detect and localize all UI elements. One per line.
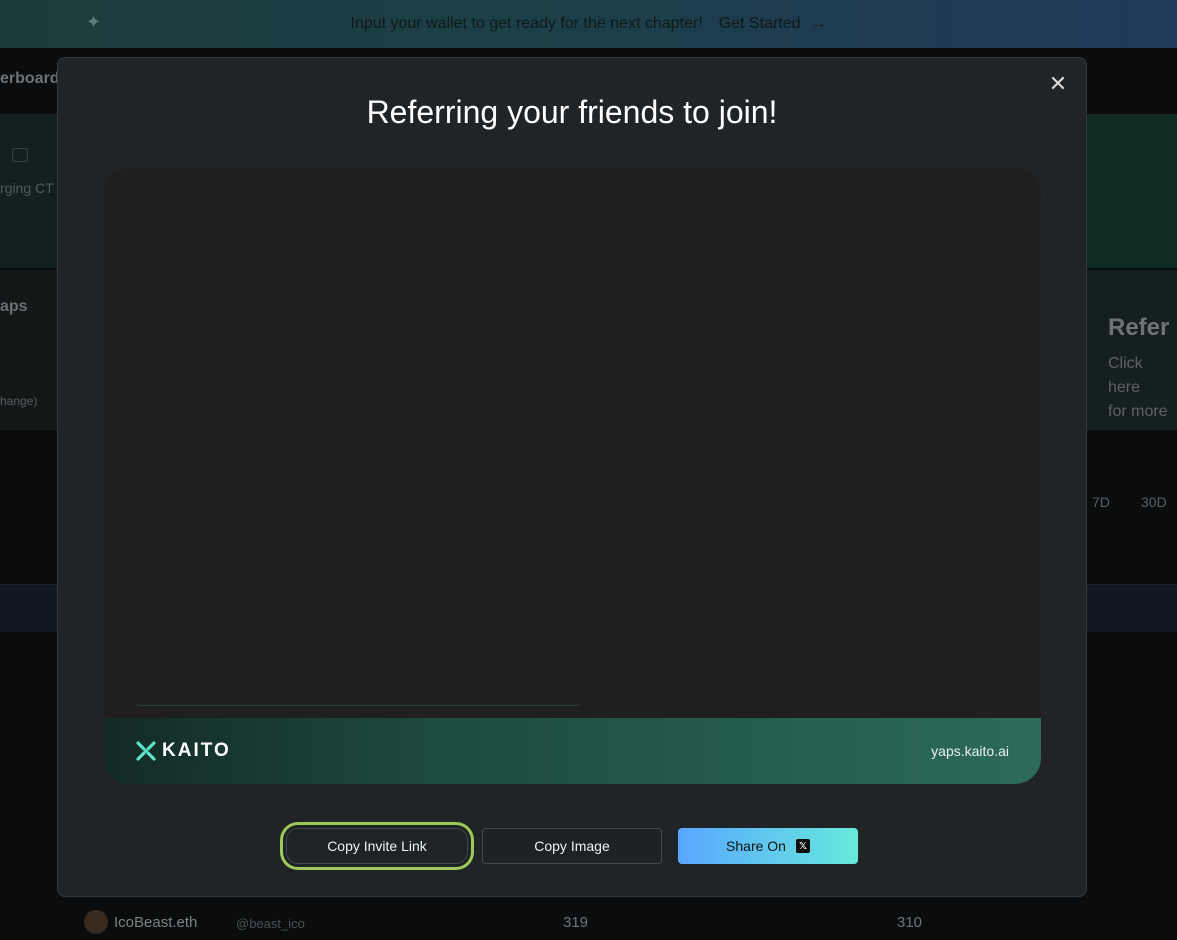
get-started-link[interactable]: Get Started → — [719, 15, 827, 33]
bg-panel-right — [1086, 114, 1177, 268]
modal-title: Referring your friends to join! — [366, 94, 778, 130]
card-preview — [104, 168, 1041, 718]
share-on-x-button[interactable]: Share On 𝕏 — [678, 828, 858, 864]
get-started-label: Get Started — [718, 15, 801, 32]
close-icon[interactable]: ✕ — [1046, 71, 1070, 96]
row-value-1: 319 — [563, 914, 589, 931]
copy-invite-link-button[interactable]: Copy Invite Link — [286, 828, 468, 864]
bg-refer-title: Refer — [1108, 314, 1170, 341]
share-on-label: Share On — [726, 838, 786, 854]
row-value-2: 310 — [897, 914, 923, 931]
row-name: IcoBeast.eth — [114, 914, 198, 931]
bg-yaps-label: aps — [0, 298, 28, 315]
avatar — [84, 910, 108, 934]
card-domain: yaps.kaito.ai — [931, 743, 1009, 759]
x-logo-icon: 𝕏 — [795, 839, 810, 853]
login-icon — [12, 148, 28, 162]
top-banner: ✦ Input your wallet to get ready for the… — [0, 0, 1177, 48]
copy-invite-link-label: Copy Invite Link — [327, 838, 427, 854]
leaderboard-title: erboard — [0, 70, 60, 87]
action-buttons: Copy Invite Link Copy Image Share On 𝕏 — [58, 828, 1086, 864]
referral-card: KAITO yaps.kaito.ai — [104, 168, 1041, 784]
bg-refer-text: Click here for more — [1108, 352, 1177, 424]
bg-ct-label: rging CT — [0, 180, 54, 196]
logo-text: KAITO — [162, 740, 231, 761]
row-handle: @beast_ico — [236, 916, 305, 931]
period-7d[interactable]: 7D — [1092, 494, 1110, 510]
card-footer: KAITO yaps.kaito.ai — [104, 718, 1041, 784]
copy-image-button[interactable]: Copy Image — [482, 828, 662, 864]
arrow-right-icon: → — [810, 15, 827, 32]
referral-modal: ✕ Referring your friends to join! KAITO … — [57, 57, 1087, 897]
kaito-logo: KAITO — [136, 740, 231, 762]
bg-refer-text-line1: Click here — [1108, 355, 1143, 396]
sparkle-icon: ✦ — [86, 12, 102, 32]
kaito-logo-icon — [136, 741, 156, 761]
bg-change-label: hange) — [0, 394, 38, 408]
period-30d[interactable]: 30D — [1141, 494, 1167, 510]
table-row: IcoBeast.eth @beast_ico 319 310 — [0, 900, 1177, 940]
copy-image-label: Copy Image — [534, 838, 610, 854]
bg-refer-text-line2: for more — [1108, 403, 1168, 420]
card-divider — [136, 702, 580, 706]
banner-message: Input your wallet to get ready for the n… — [350, 15, 703, 32]
